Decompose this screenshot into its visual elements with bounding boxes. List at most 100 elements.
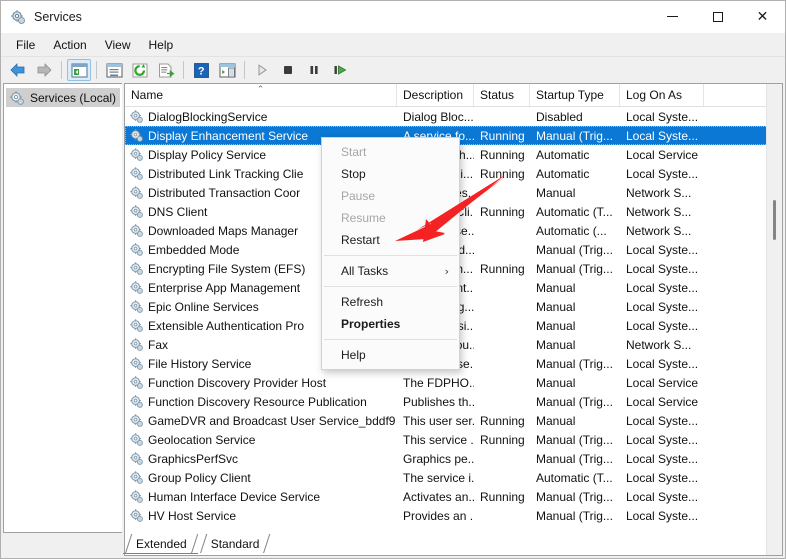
scrollbar-thumb[interactable] bbox=[773, 200, 776, 240]
cell-startup-type: Automatic (T... bbox=[530, 205, 620, 219]
cell-startup-type: Manual (Trig... bbox=[530, 357, 620, 371]
toolbar-separator bbox=[244, 61, 245, 79]
service-name-label: Embedded Mode bbox=[148, 243, 239, 257]
cell-startup-type: Manual (Trig... bbox=[530, 243, 620, 257]
services-gear-icon bbox=[129, 204, 144, 219]
table-row[interactable]: Geolocation ServiceThis service ...Runni… bbox=[125, 430, 782, 449]
table-row[interactable]: HV Host ServiceProvides an ...Manual (Tr… bbox=[125, 506, 782, 525]
menu-item-all-tasks[interactable]: All Tasks› bbox=[322, 260, 459, 282]
tab-standard[interactable]: Standard bbox=[198, 534, 271, 554]
menu-item-refresh[interactable]: Refresh bbox=[322, 291, 459, 313]
services-gear-icon bbox=[129, 432, 144, 447]
services-gear-icon bbox=[129, 280, 144, 295]
properties-window-icon[interactable] bbox=[102, 59, 126, 81]
export-list-icon[interactable] bbox=[154, 59, 178, 81]
table-row[interactable]: Function Discovery Provider HostThe FDPH… bbox=[125, 373, 782, 392]
stop-service-icon[interactable] bbox=[276, 59, 300, 81]
chevron-right-icon: › bbox=[445, 265, 449, 278]
menu-item-stop[interactable]: Stop bbox=[322, 163, 459, 185]
menu-bar: File Action View Help bbox=[1, 33, 785, 57]
menu-item-help[interactable]: Help bbox=[322, 344, 459, 366]
title-bar: Services ✕ bbox=[1, 1, 785, 33]
column-header-log-on-as[interactable]: Log On As bbox=[620, 84, 704, 106]
table-row[interactable]: Group Policy ClientThe service i...Autom… bbox=[125, 468, 782, 487]
cell-startup-type: Manual bbox=[530, 281, 620, 295]
cell-log-on-as: Local Syste... bbox=[620, 281, 704, 295]
vertical-scrollbar[interactable] bbox=[766, 84, 782, 555]
sidebar-item-services-local[interactable]: Services (Local) bbox=[6, 88, 120, 107]
service-name-label: DialogBlockingService bbox=[148, 110, 267, 124]
services-gear-icon bbox=[9, 90, 25, 106]
services-window: Services ✕ File Action View Help bbox=[0, 0, 786, 559]
cell-log-on-as: Local Syste... bbox=[620, 357, 704, 371]
forward-arrow-icon[interactable] bbox=[32, 59, 56, 81]
table-row[interactable]: DialogBlockingServiceDialog Bloc...Disab… bbox=[125, 107, 782, 126]
services-gear-icon bbox=[129, 413, 144, 428]
maximize-button[interactable] bbox=[695, 1, 740, 32]
table-row[interactable]: GraphicsPerfSvcGraphics pe...Manual (Tri… bbox=[125, 449, 782, 468]
cell-startup-type: Manual (Trig... bbox=[530, 433, 620, 447]
menu-file[interactable]: File bbox=[7, 35, 44, 55]
cell-status: Running bbox=[474, 148, 530, 162]
menu-item-label: Start bbox=[341, 145, 366, 159]
cell-startup-type: Automatic (... bbox=[530, 224, 620, 238]
cell-startup-type: Manual (Trig... bbox=[530, 262, 620, 276]
console-tree-pane: Services (Local) bbox=[3, 83, 122, 533]
restart-service-icon[interactable] bbox=[328, 59, 352, 81]
cell-startup-type: Manual bbox=[530, 376, 620, 390]
column-header-status[interactable]: Status bbox=[474, 84, 530, 106]
show-action-pane-icon[interactable] bbox=[215, 59, 239, 81]
cell-log-on-as: Local Syste... bbox=[620, 433, 704, 447]
menu-item-label: Pause bbox=[341, 189, 375, 203]
column-header-description[interactable]: Description bbox=[397, 84, 474, 106]
cell-status: Running bbox=[474, 129, 530, 143]
menu-item-label: Properties bbox=[341, 317, 400, 331]
menu-action[interactable]: Action bbox=[44, 35, 95, 55]
cell-status: Running bbox=[474, 205, 530, 219]
view-tabs: Extended Standard bbox=[123, 533, 270, 554]
table-row[interactable]: Function Discovery Resource PublicationP… bbox=[125, 392, 782, 411]
menu-separator bbox=[324, 339, 457, 340]
pause-service-icon[interactable] bbox=[302, 59, 326, 81]
column-header-name[interactable]: ⌃ Name bbox=[125, 84, 397, 106]
service-name-label: Epic Online Services bbox=[148, 300, 259, 314]
menu-item-label: Help bbox=[341, 348, 366, 362]
cell-startup-type: Automatic bbox=[530, 148, 620, 162]
cell-name: Human Interface Device Service bbox=[125, 489, 397, 504]
menu-item-properties[interactable]: Properties bbox=[322, 313, 459, 335]
help-icon[interactable]: ? bbox=[189, 59, 213, 81]
services-gear-icon bbox=[129, 375, 144, 390]
menu-item-restart[interactable]: Restart bbox=[322, 229, 459, 251]
service-name-label: HV Host Service bbox=[148, 509, 236, 523]
minimize-button[interactable] bbox=[650, 1, 695, 32]
tab-extended[interactable]: Extended bbox=[123, 534, 198, 554]
cell-log-on-as: Local Syste... bbox=[620, 414, 704, 428]
cell-log-on-as: Local Syste... bbox=[620, 452, 704, 466]
services-gear-icon bbox=[129, 318, 144, 333]
menu-help[interactable]: Help bbox=[140, 35, 183, 55]
service-name-label: Encrypting File System (EFS) bbox=[148, 262, 305, 276]
close-button[interactable]: ✕ bbox=[740, 1, 785, 32]
context-menu: StartStopPauseResumeRestartAll Tasks›Ref… bbox=[321, 137, 460, 370]
cell-status: Running bbox=[474, 490, 530, 504]
service-name-label: Extensible Authentication Pro bbox=[148, 319, 304, 333]
cell-startup-type: Manual (Trig... bbox=[530, 490, 620, 504]
cell-log-on-as: Local Syste... bbox=[620, 490, 704, 504]
table-row[interactable]: GameDVR and Broadcast User Service_bddf9… bbox=[125, 411, 782, 430]
refresh-icon[interactable] bbox=[128, 59, 152, 81]
cell-startup-type: Manual (Trig... bbox=[530, 395, 620, 409]
cell-startup-type: Manual (Trig... bbox=[530, 129, 620, 143]
services-gear-icon bbox=[129, 223, 144, 238]
back-arrow-icon[interactable] bbox=[6, 59, 30, 81]
cell-description: This user ser... bbox=[397, 414, 474, 428]
table-row[interactable]: Human Interface Device ServiceActivates … bbox=[125, 487, 782, 506]
services-gear-icon bbox=[129, 356, 144, 371]
show-hide-console-tree-icon[interactable] bbox=[67, 59, 91, 81]
column-header-startup-type[interactable]: Startup Type bbox=[530, 84, 620, 106]
menu-view[interactable]: View bbox=[96, 35, 140, 55]
services-gear-icon bbox=[129, 470, 144, 485]
cell-name: DialogBlockingService bbox=[125, 109, 397, 124]
start-service-icon[interactable] bbox=[250, 59, 274, 81]
service-name-label: Display Enhancement Service bbox=[148, 129, 308, 143]
cell-log-on-as: Local Service bbox=[620, 376, 704, 390]
